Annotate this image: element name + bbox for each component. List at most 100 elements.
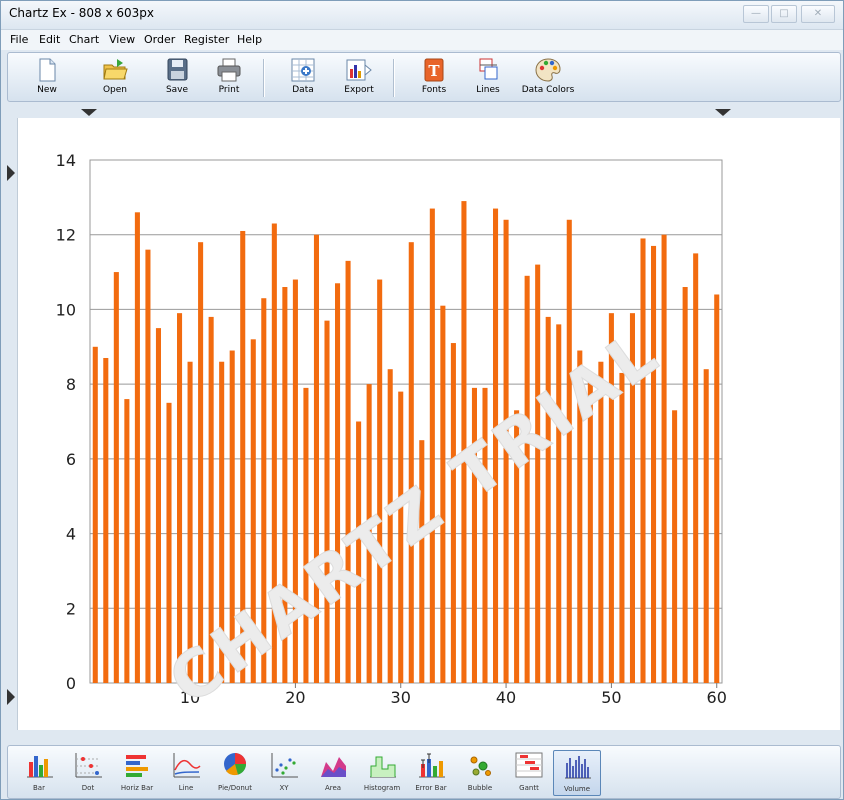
bar-chart-icon <box>27 756 53 778</box>
chart-type-dot-button[interactable]: Dot <box>65 750 111 794</box>
chart-type-gantt-button[interactable]: Gantt <box>506 750 552 794</box>
chart-type-bar: Bar Dot Horiz Bar Line Pie/Donut XY Area <box>7 745 841 799</box>
bar <box>377 279 383 683</box>
y-tick-label: 2 <box>66 599 76 618</box>
fonts-button[interactable]: T Fonts <box>404 57 464 99</box>
chart-type-label: Volume <box>563 785 591 793</box>
fonts-label: Fonts <box>421 85 447 95</box>
x-tick-label: 20 <box>285 688 305 707</box>
chart-type-xy-button[interactable]: XY <box>261 750 307 794</box>
y-tick-label: 0 <box>66 674 76 693</box>
left-margin-marker[interactable] <box>81 109 97 116</box>
area-chart-icon <box>321 757 346 777</box>
data-button[interactable]: Data <box>273 57 333 99</box>
lines-button[interactable]: Lines <box>458 57 518 99</box>
bar <box>92 346 98 683</box>
new-button[interactable]: New <box>17 57 77 99</box>
bar <box>145 249 151 683</box>
volume-chart: 02468101214 10 20 30 40 50 60 CHARTZ TRIAL <box>56 151 727 720</box>
chart-type-histogram-button[interactable]: Histogram <box>359 750 405 794</box>
bar <box>324 320 330 683</box>
lines-icon <box>479 58 498 80</box>
menu-bar: File Edit Chart View Order Register Help <box>1 30 843 50</box>
minimize-button[interactable]: — <box>743 5 769 23</box>
toolbar-separator <box>263 59 265 97</box>
chart-canvas[interactable]: 0 2 4 6 8 10 12 14 10 20 30 40 50 60 CHARTZ TRIAL <box>17 118 840 730</box>
chart-type-area-button[interactable]: Area <box>310 750 356 794</box>
app-window: Chartz Ex - 808 x 603px — □ ✕ File Edit … <box>0 0 844 800</box>
save-label: Save <box>165 85 189 95</box>
y-tick-label: 6 <box>66 450 76 469</box>
data-colors-label: Data Colors <box>521 85 575 95</box>
chart-type-label: Bubble <box>467 784 493 792</box>
menu-help[interactable]: Help <box>237 33 262 46</box>
bar <box>703 369 709 683</box>
menu-order[interactable]: Order <box>144 33 175 46</box>
menu-file[interactable]: File <box>10 33 28 46</box>
export-icon <box>346 59 372 81</box>
volume-chart-icon <box>565 756 591 779</box>
chart-type-bubble-button[interactable]: Bubble <box>457 750 503 794</box>
top-margin-marker[interactable] <box>7 165 15 181</box>
bottom-margin-marker[interactable] <box>7 689 15 705</box>
export-label: Export <box>344 85 374 95</box>
window-title: Chartz Ex - 808 x 603px <box>9 6 154 20</box>
data-label: Data <box>292 85 314 95</box>
bar <box>545 316 551 683</box>
chart-type-label: Dot <box>81 784 95 792</box>
menu-view[interactable]: View <box>109 33 135 46</box>
bar <box>177 313 183 683</box>
grid-lines <box>89 159 723 688</box>
print-button[interactable]: Print <box>199 57 259 99</box>
menu-register[interactable]: Register <box>184 33 229 46</box>
minimize-icon: — <box>751 8 761 19</box>
close-icon: ✕ <box>813 8 823 19</box>
bar <box>661 234 667 683</box>
chart-type-pie-button[interactable]: Pie/Donut <box>212 750 258 794</box>
gantt-chart-icon <box>515 752 543 778</box>
bar <box>335 283 341 683</box>
bar <box>651 245 657 684</box>
x-tick-label: 60 <box>707 688 727 707</box>
lines-label: Lines <box>476 85 500 95</box>
x-axis-labels: 10 20 30 40 50 60 <box>180 688 727 707</box>
y-tick-label: 4 <box>66 525 76 544</box>
save-disk-icon <box>167 58 188 81</box>
maximize-button[interactable]: □ <box>771 5 797 23</box>
open-button[interactable]: Open <box>85 57 145 99</box>
menu-chart[interactable]: Chart <box>69 33 99 46</box>
chart-type-label: XY <box>279 784 289 792</box>
right-margin-marker[interactable] <box>715 109 731 116</box>
menu-edit[interactable]: Edit <box>39 33 60 46</box>
toolbar-separator <box>393 59 395 97</box>
save-button[interactable]: Save <box>147 57 207 99</box>
x-tick-label: 30 <box>391 688 411 707</box>
bar <box>693 253 699 683</box>
chart-type-label: Line <box>178 784 194 792</box>
chart-type-error-bar-button[interactable]: Error Bar <box>408 750 454 794</box>
close-button[interactable]: ✕ <box>801 5 835 23</box>
chart-type-label: Horiz Bar <box>120 784 154 792</box>
pie-chart-icon <box>224 753 247 776</box>
y-axis-labels: 0 2 4 6 8 10 12 14 <box>56 151 76 693</box>
bar <box>619 372 625 683</box>
bar <box>408 242 414 683</box>
chart-type-horiz-bar-button[interactable]: Horiz Bar <box>114 750 160 794</box>
data-colors-button[interactable]: Data Colors <box>517 57 579 99</box>
chart-type-line-button[interactable]: Line <box>163 750 209 794</box>
export-button[interactable]: Export <box>329 57 389 99</box>
bars <box>92 201 720 684</box>
chart-type-volume-button[interactable]: Volume <box>553 750 601 796</box>
bar <box>134 212 140 684</box>
printer-icon <box>217 58 241 82</box>
bar <box>429 208 435 683</box>
plot-frame <box>89 159 723 684</box>
title-bar: Chartz Ex - 808 x 603px — □ ✕ <box>1 1 843 30</box>
data-icon <box>291 58 315 82</box>
chart-type-bar-button[interactable]: Bar <box>16 750 62 794</box>
new-label: New <box>37 85 57 95</box>
fonts-icon: T <box>424 58 444 82</box>
y-tick-label: 14 <box>56 151 76 170</box>
open-folder-icon <box>103 59 128 80</box>
bubble-chart-icon <box>470 756 491 776</box>
